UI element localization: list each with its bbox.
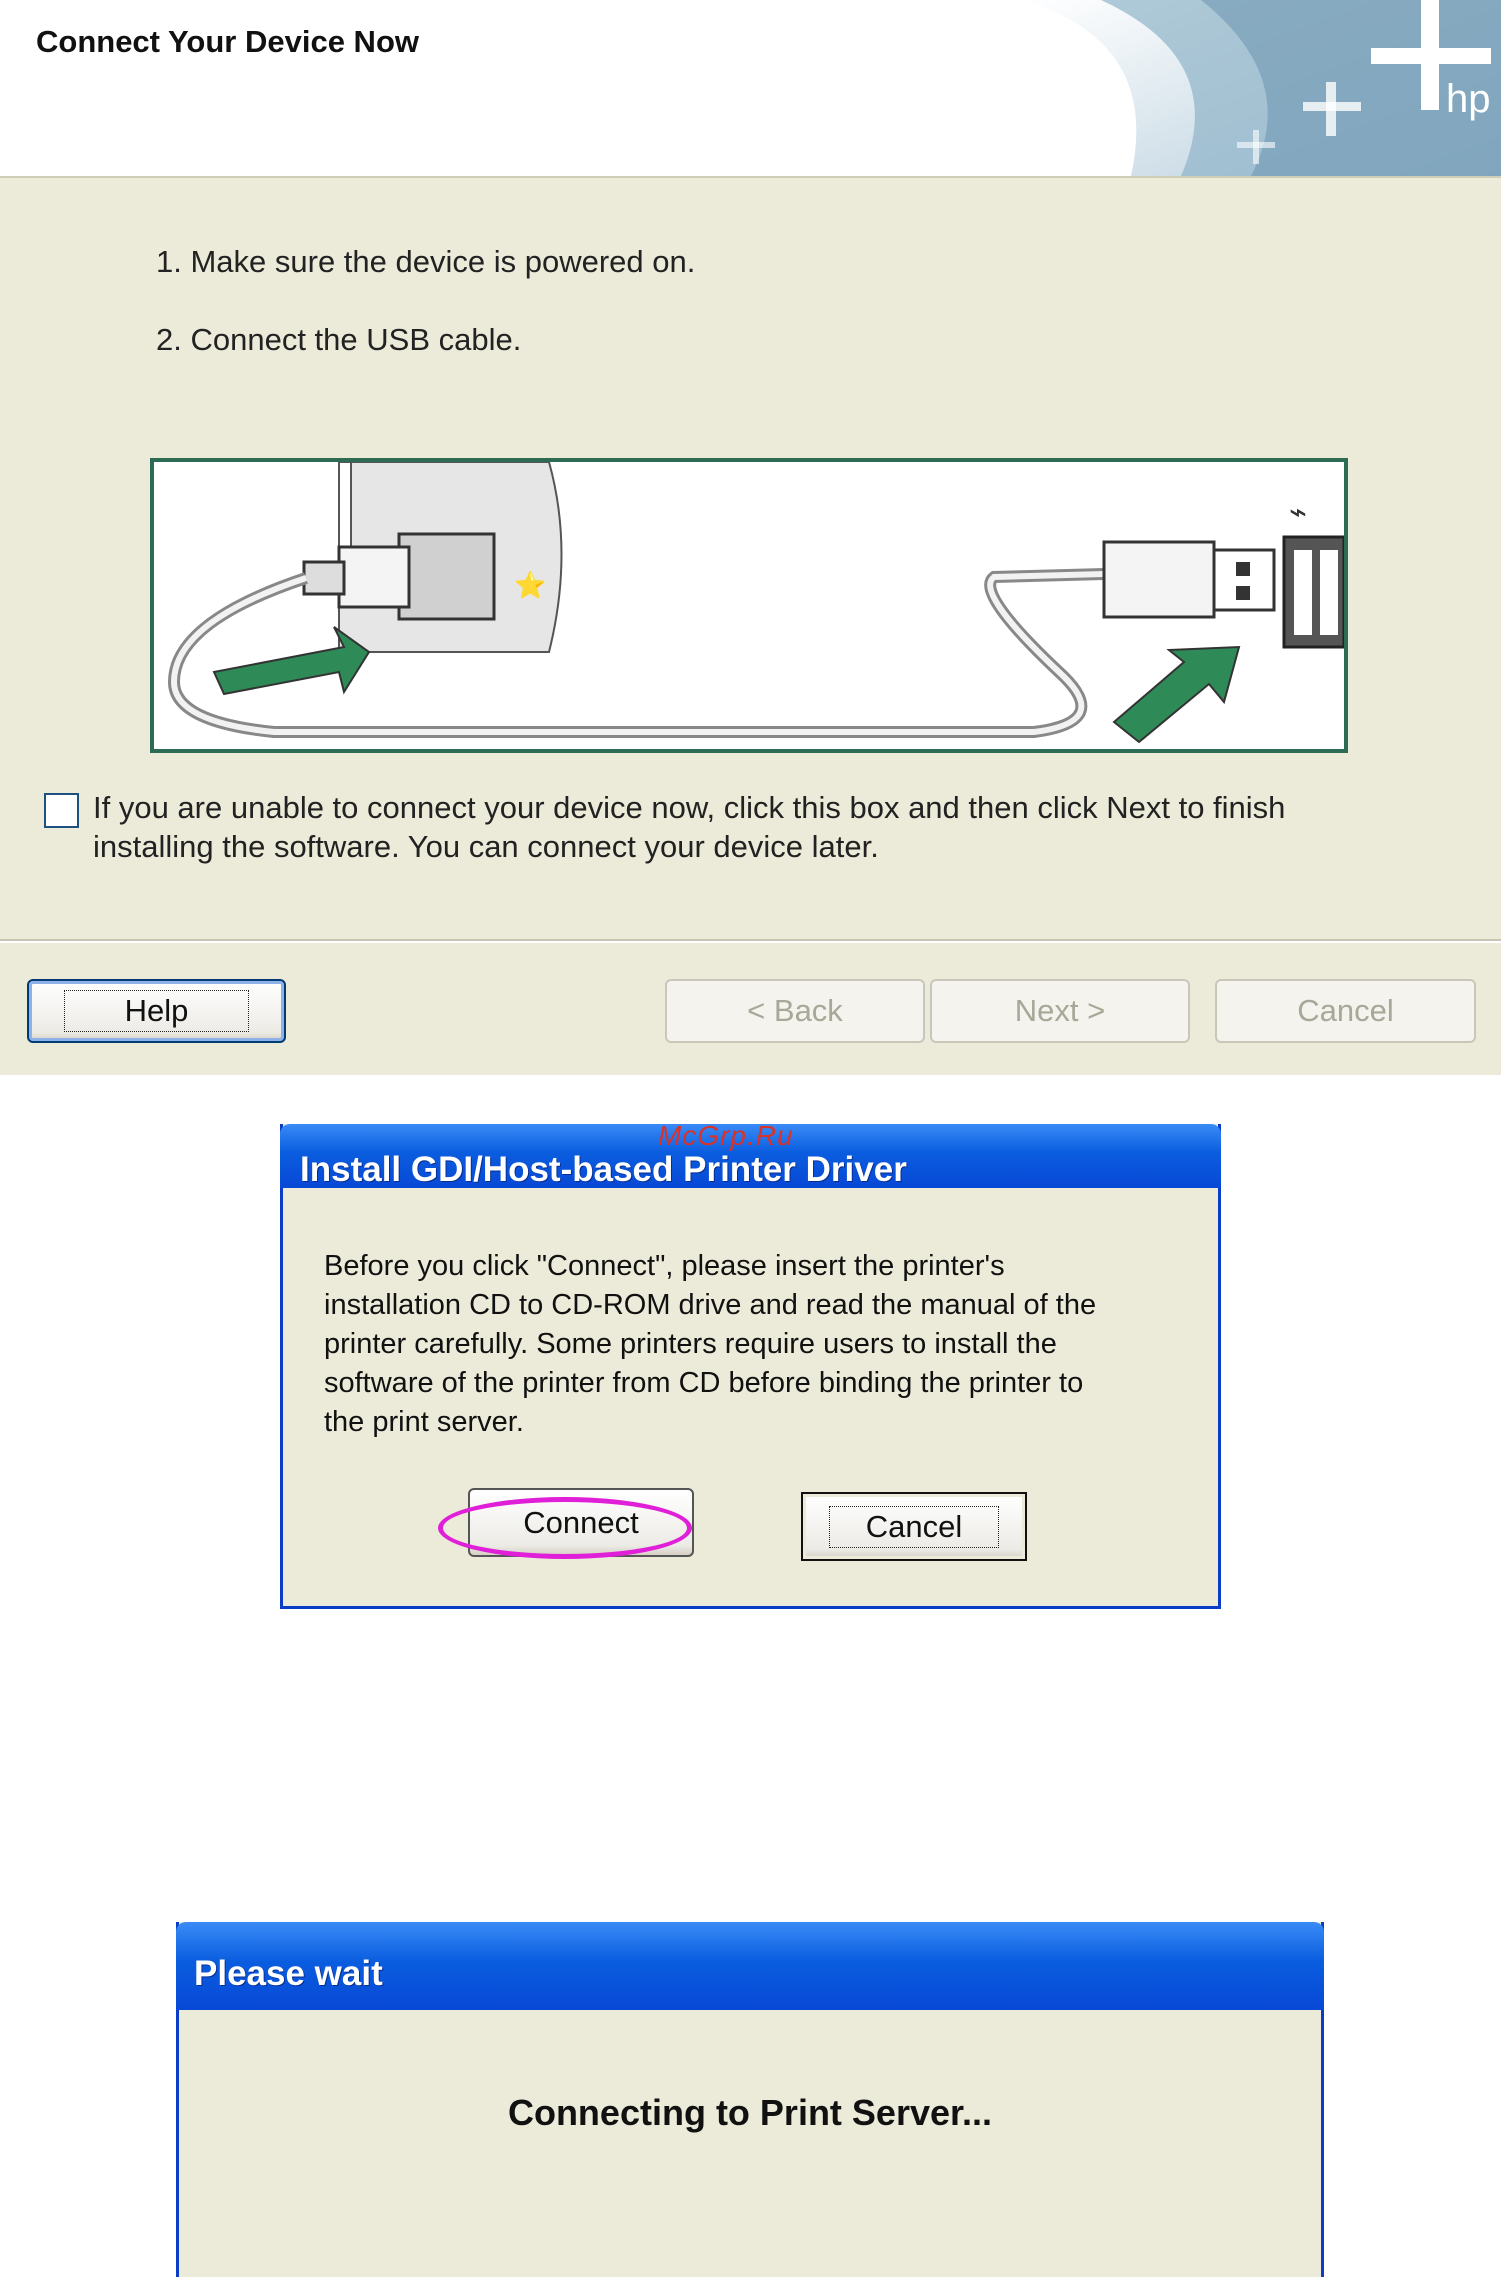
skip-text-line-1: If you are unable to connect your device…	[93, 790, 1286, 825]
gdi-cancel-label: Cancel	[828, 1505, 1000, 1548]
gdi-message-line: printer carefully. Some printers require…	[324, 1328, 1057, 1360]
skip-connection-checkbox[interactable]	[44, 793, 79, 828]
please-wait-dialog: Please wait Connecting to Print Server..…	[176, 1922, 1324, 2277]
gdi-message-line: software of the printer from CD before b…	[324, 1367, 1084, 1399]
watermark-text: McGrp.Ru	[658, 1120, 794, 1151]
usb-cable-icon: ⭐ ⌁	[167, 461, 1346, 744]
gdi-message-line: installation CD to CD-ROM drive and read…	[324, 1289, 1097, 1321]
skip-connection-label: If you are unable to connect your device…	[93, 788, 1393, 866]
help-button-label: Help	[63, 990, 250, 1032]
gdi-dialog-message: Before you click "Connect", please inser…	[324, 1247, 1194, 1442]
wait-dialog-titlebar: Please wait	[176, 1922, 1324, 2010]
skip-text-line-2: installing the software. You can connect…	[93, 829, 879, 864]
svg-text:⭐: ⭐	[514, 570, 546, 601]
help-button[interactable]: Help	[27, 979, 286, 1043]
usb-connection-illustration: ⭐ ⌁	[150, 458, 1348, 753]
wait-dialog-message: Connecting to Print Server...	[507, 2092, 993, 2133]
wait-dialog-title: Please wait	[194, 1954, 383, 1993]
hp-logo-banner: hp	[1021, 0, 1501, 176]
setup-wizard-window: Connect Your Device Now hp 1. Make sure …	[0, 0, 1501, 1075]
wizard-header: Connect Your Device Now hp	[0, 0, 1501, 178]
gdi-cancel-button[interactable]: Cancel	[801, 1492, 1027, 1561]
gdi-message-line: Before you click "Connect", please inser…	[324, 1250, 1005, 1282]
svg-text:⌁: ⌁	[1289, 495, 1307, 530]
button-divider	[0, 939, 1501, 943]
gdi-message-line: the print server.	[324, 1406, 524, 1438]
step-power-on: 1. Make sure the device is powered on.	[156, 244, 696, 279]
next-button[interactable]: Next >	[930, 979, 1190, 1043]
gdi-dialog-title: Install GDI/Host-based Printer Driver	[300, 1150, 907, 1189]
step-connect-usb: 2. Connect the USB cable.	[156, 322, 522, 357]
back-button[interactable]: < Back	[665, 979, 925, 1043]
connect-button[interactable]: Connect	[468, 1488, 694, 1557]
gdi-driver-dialog: Install GDI/Host-based Printer Driver Be…	[280, 1124, 1221, 1609]
hp-logo-text: hp	[1446, 77, 1491, 121]
wizard-title: Connect Your Device Now	[36, 24, 419, 59]
wizard-cancel-button[interactable]: Cancel	[1215, 979, 1476, 1043]
